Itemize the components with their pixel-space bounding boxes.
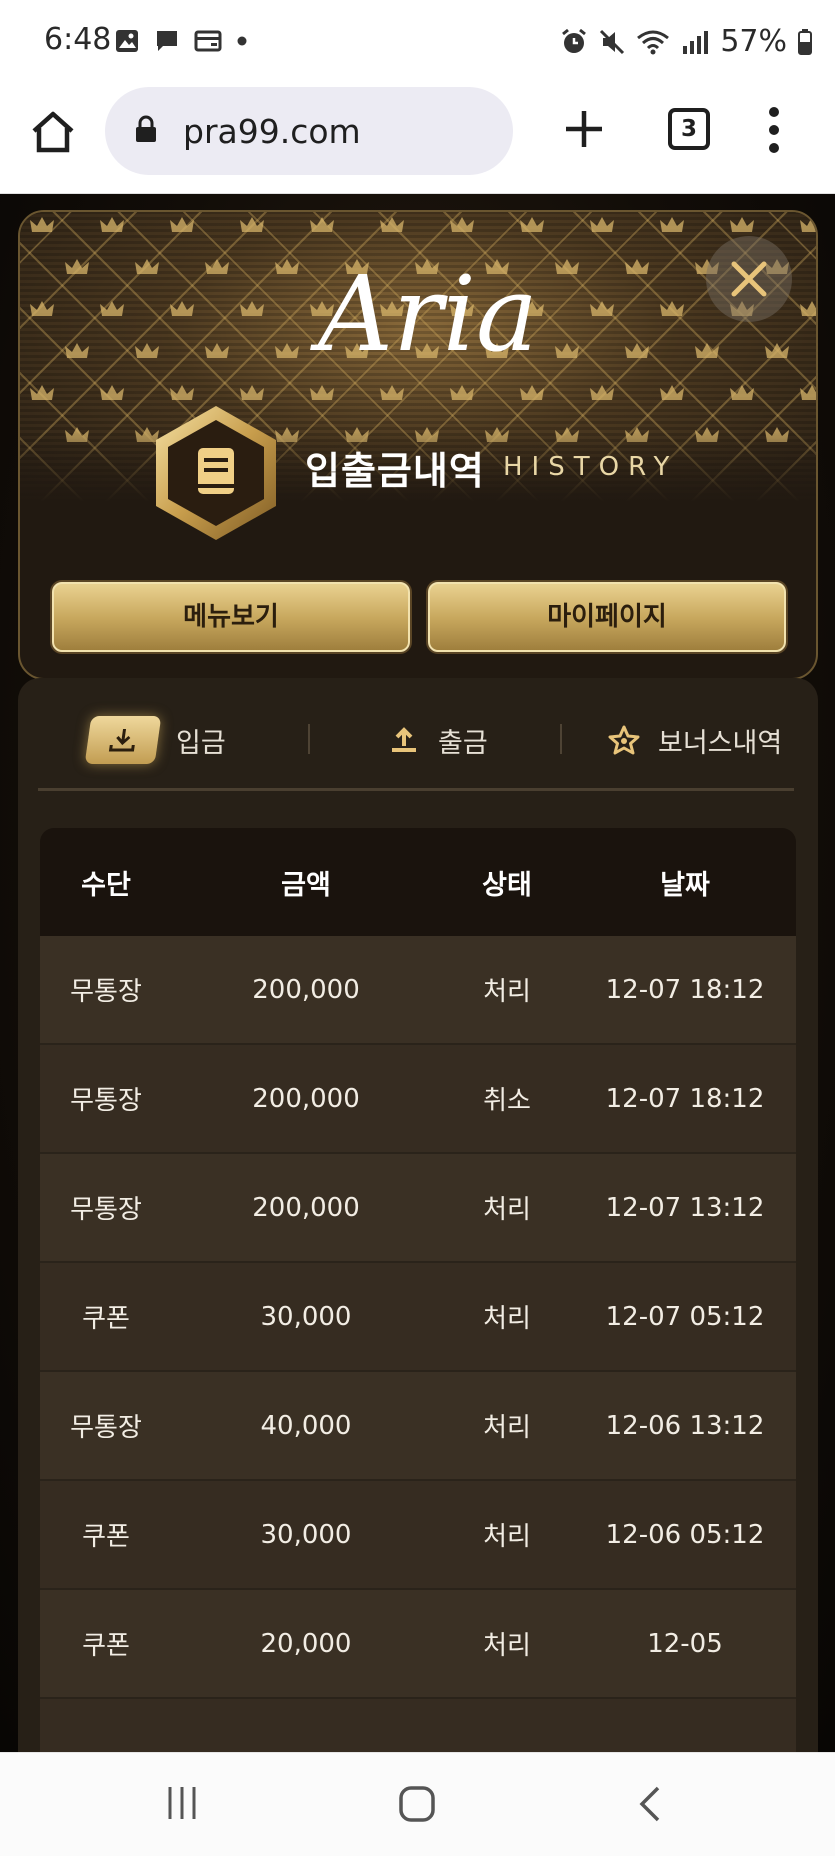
notification-dot-icon	[237, 36, 247, 46]
url-text: pra99.com	[183, 112, 361, 151]
column-header: 금액	[281, 869, 331, 901]
wifi-icon	[637, 30, 670, 54]
status-cell: 처리	[483, 1413, 531, 1443]
tab-label: 입금	[176, 727, 226, 759]
method-cell: 무통장	[70, 1195, 142, 1225]
date-cell: 12-06 13:12	[605, 1410, 765, 1441]
date-cell: 12-06 05:12	[605, 1519, 765, 1550]
browser-toolbar: pra99.com 3	[0, 84, 835, 194]
method-cell: 무통장	[70, 977, 142, 1007]
close-icon	[731, 261, 767, 297]
method-cell: 쿠폰	[82, 1304, 130, 1334]
mypage-button[interactable]: 마이페이지	[428, 582, 786, 652]
new-tab-icon[interactable]	[563, 108, 605, 150]
amount-cell: 30,000	[260, 1301, 352, 1332]
amount-cell: 30,000	[260, 1519, 352, 1550]
table-row: 쿠폰 20,000 처리 12-05	[40, 1590, 796, 1699]
method-cell: 무통장	[70, 1086, 142, 1116]
table-row: 무통장 200,000 처리 12-07 13:12	[40, 1154, 796, 1263]
recent-apps-icon[interactable]	[166, 1785, 198, 1821]
close-button[interactable]	[706, 236, 792, 322]
download-icon	[108, 729, 135, 752]
tab-label: 출금	[438, 727, 488, 759]
alarm-icon	[562, 28, 587, 53]
tab-divider	[308, 724, 310, 754]
column-header: 날짜	[660, 869, 710, 901]
method-cell: 쿠폰	[82, 1522, 130, 1552]
address-bar[interactable]: pra99.com	[105, 87, 513, 175]
amount-cell: 200,000	[252, 974, 360, 1005]
table-row: 무통장 40,000 처리 12-06 13:12	[40, 1372, 796, 1481]
more-menu-icon[interactable]	[768, 106, 780, 154]
column-header: 수단	[81, 869, 131, 901]
home-nav-icon[interactable]	[398, 1785, 436, 1823]
date-cell: 12-07 05:12	[605, 1301, 765, 1332]
history-header-card: Aria 입출금내역 HISTORY 메뉴보기 마이페이지	[18, 210, 818, 680]
gallery-icon	[116, 30, 138, 52]
history-badge	[156, 406, 276, 540]
tabs-underline	[38, 788, 794, 791]
tab-divider	[560, 724, 562, 754]
history-table: 수단 금액 상태 날짜 무통장 200,000 처리 12-07 18:12 무…	[40, 828, 796, 1752]
tab-switcher-button[interactable]: 3	[668, 108, 710, 150]
menu-button[interactable]: 메뉴보기	[52, 582, 410, 652]
status-bar: 6:48 57%	[0, 0, 835, 84]
table-row: 무통장 200,000 취소 12-07 18:12	[40, 1045, 796, 1154]
table-row: 무통장 200,000 처리 12-07 18:12	[40, 936, 796, 1045]
table-row: 쿠폰 30,000 처리 12-06 05:12	[40, 1481, 796, 1590]
history-tabs: 입금 출금 보너스내역	[38, 708, 794, 772]
upload-icon	[392, 727, 416, 752]
lock-icon	[136, 115, 156, 142]
tab-bonus-history[interactable]: 보너스내역	[608, 708, 782, 772]
battery-percent: 57%	[720, 24, 787, 59]
amount-cell: 20,000	[260, 1628, 352, 1659]
page-title: 입출금내역	[305, 449, 485, 493]
status-cell: 처리	[483, 1522, 531, 1552]
status-time: 6:48	[44, 22, 112, 57]
amount-cell: 200,000	[252, 1192, 360, 1223]
method-cell: 무통장	[70, 1413, 142, 1443]
back-icon[interactable]	[636, 1785, 664, 1823]
amount-cell: 40,000	[260, 1410, 352, 1441]
page-subtitle: HISTORY	[503, 452, 679, 482]
page-content: Aria 입출금내역 HISTORY 메뉴보기 마이페이지 입금 출금 보너스내…	[0, 194, 835, 1752]
table-row: 쿠폰 30,000 처리 12-07 05:12	[40, 1263, 796, 1372]
amount-cell: 200,000	[252, 1083, 360, 1114]
home-icon[interactable]	[28, 107, 78, 157]
status-cell: 처리	[483, 1631, 531, 1661]
status-cell: 취소	[483, 1086, 531, 1116]
svg-text:Aria: Aria	[310, 253, 538, 375]
status-cell: 처리	[483, 1195, 531, 1225]
table-header: 수단 금액 상태 날짜	[40, 828, 796, 936]
tab-label: 보너스내역	[658, 727, 783, 759]
message-icon	[157, 31, 177, 51]
signal-icon	[683, 30, 709, 54]
aria-logo: Aria	[310, 253, 538, 375]
wallet-icon	[194, 30, 222, 52]
ledger-icon	[198, 448, 234, 494]
method-cell: 쿠폰	[82, 1631, 130, 1661]
column-header: 상태	[482, 869, 532, 901]
table-body: 무통장 200,000 처리 12-07 18:12 무통장 200,000 취…	[40, 936, 796, 1752]
battery-icon	[798, 28, 812, 55]
date-cell: 12-07 18:12	[605, 974, 765, 1005]
system-nav-bar	[0, 1752, 835, 1856]
history-content-card: 입금 출금 보너스내역 수단 금액 상태 날짜 무통장 200,000 처리 1…	[18, 678, 818, 1752]
date-cell: 12-07 18:12	[605, 1083, 765, 1114]
mute-icon	[600, 29, 625, 54]
table-row	[40, 1699, 796, 1752]
star-icon	[608, 725, 640, 755]
date-cell: 12-05	[647, 1628, 723, 1659]
tab-deposit[interactable]: 입금	[84, 708, 226, 772]
status-cell: 처리	[483, 1304, 531, 1334]
tab-withdraw[interactable]: 출금	[388, 708, 488, 772]
date-cell: 12-07 13:12	[605, 1192, 765, 1223]
status-cell: 처리	[483, 977, 531, 1007]
